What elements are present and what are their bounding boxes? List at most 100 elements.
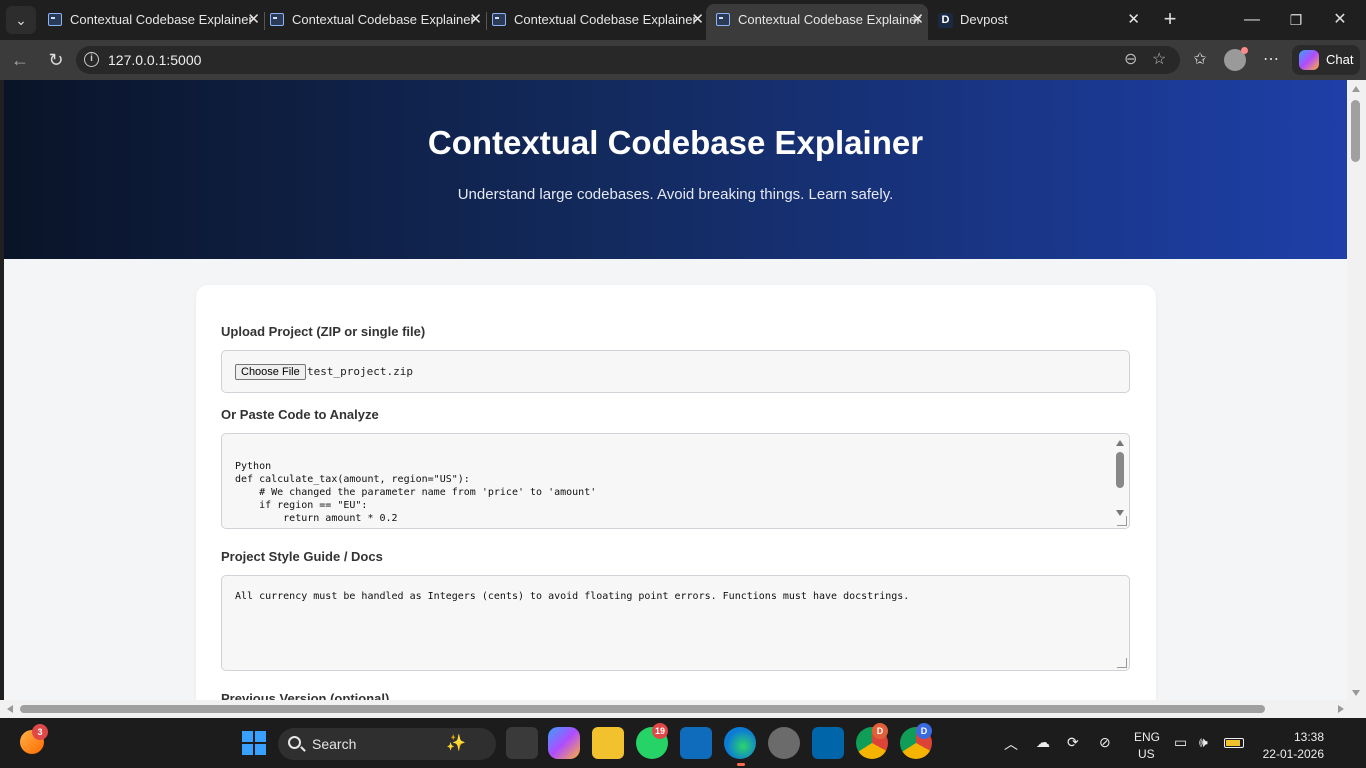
file-upload-field[interactable]: Choose File test_project.zip <box>221 350 1130 393</box>
file-explorer-icon[interactable] <box>592 727 624 759</box>
browser-tab-4-active[interactable]: Contextual Codebase Explainer ✕ <box>706 4 928 40</box>
hero-header: Contextual Codebase Explainer Understand… <box>4 80 1347 259</box>
chrome-profile-badge: D <box>872 723 888 739</box>
tab-separator <box>264 12 265 30</box>
code-textarea[interactable]: Python def calculate_tax(amount, region=… <box>221 433 1130 529</box>
code-line: return amount * 0.2 <box>235 513 398 524</box>
network-off-icon[interactable]: ⊘ <box>1099 734 1111 751</box>
page-title: Contextual Codebase Explainer <box>427 124 924 161</box>
tab-separator <box>486 12 487 30</box>
code-textarea-scrollbar[interactable] <box>1114 436 1127 526</box>
sync-icon[interactable]: ⟳ <box>1067 734 1079 751</box>
copilot-chat-button[interactable]: Chat <box>1292 45 1360 75</box>
search-placeholder: Search <box>312 736 357 752</box>
selected-file-name: test_project.zip <box>307 365 413 378</box>
minimize-window-button[interactable]: — <box>1232 6 1272 34</box>
clock[interactable]: 13:38 22-01-2026 <box>1262 730 1324 761</box>
tab-title: Devpost <box>960 12 1008 27</box>
tab-title: Contextual Codebase Explainer <box>738 12 921 27</box>
style-guide-text: All currency must be handled as Integers… <box>235 591 910 602</box>
edge-browser-icon[interactable] <box>724 727 756 759</box>
scroll-thumb[interactable] <box>1351 100 1360 162</box>
reload-icon[interactable]: ↻ <box>42 46 70 74</box>
address-bar[interactable]: i 127.0.0.1:5000 ⊖ ☆ <box>76 46 1180 74</box>
tab-title: Contextual Codebase Explainer <box>70 12 253 27</box>
tab-title: Contextual Codebase Explainer <box>514 12 697 27</box>
onedrive-icon[interactable]: ☁ <box>1036 734 1050 751</box>
task-view-icon[interactable] <box>506 727 538 759</box>
chrome-icon[interactable]: D <box>856 723 888 759</box>
terminal-favicon-icon <box>48 13 62 26</box>
display-icon[interactable]: ▭ <box>1174 734 1187 751</box>
page-vertical-scrollbar[interactable] <box>1347 80 1366 700</box>
close-tab-icon[interactable]: ✕ <box>691 4 704 36</box>
language-indicator[interactable]: ENG US <box>1134 730 1160 761</box>
style-guide-textarea[interactable]: All currency must be handled as Integers… <box>221 575 1130 671</box>
browser-tab-1[interactable]: Contextual Codebase Explainer ✕ <box>44 4 264 38</box>
close-window-button[interactable]: ✕ <box>1320 6 1360 34</box>
start-button[interactable] <box>238 727 270 759</box>
new-tab-button[interactable]: + <box>1158 6 1182 34</box>
vscode-icon[interactable] <box>812 727 844 759</box>
scroll-right-arrow-icon[interactable] <box>1338 705 1344 713</box>
clock-time: 13:38 <box>1293 730 1324 744</box>
show-hidden-icons-chevron-icon[interactable]: ︿ <box>1004 734 1018 754</box>
browser-toolbar: ← ↻ i 127.0.0.1:5000 ⊖ ☆ ✩ ⋯ Chat <box>0 40 1366 80</box>
code-line: Python <box>235 461 272 472</box>
browser-tab-2[interactable]: Contextual Codebase Explainer ✕ <box>266 4 486 38</box>
scroll-left-arrow-icon[interactable] <box>7 705 13 713</box>
whatsapp-icon[interactable]: 19 <box>636 723 668 759</box>
scroll-up-arrow-icon[interactable] <box>1116 440 1124 446</box>
tab-actions-menu-button[interactable]: ⌄ <box>6 6 36 34</box>
terminal-favicon-icon <box>716 13 730 26</box>
scroll-thumb[interactable] <box>20 705 1265 713</box>
favorite-star-icon[interactable]: ☆ <box>1152 46 1166 74</box>
active-app-indicator <box>737 763 745 766</box>
resize-handle-icon[interactable] <box>1117 516 1127 526</box>
windows-logo-icon <box>242 731 266 755</box>
upload-label: Upload Project (ZIP or single file) <box>221 324 426 339</box>
volume-icon[interactable]: 🕪 <box>1199 734 1208 751</box>
taskbar-search-box[interactable]: Search ✨ <box>278 728 496 760</box>
notification-app-icon[interactable]: 3 <box>20 724 48 754</box>
restore-window-button[interactable]: ❐ <box>1276 6 1316 34</box>
favorites-list-icon[interactable]: ✩ <box>1186 46 1214 74</box>
scroll-thumb[interactable] <box>1116 452 1124 488</box>
browser-tab-5[interactable]: D Devpost ✕ <box>934 4 1144 38</box>
keyboard-region: US <box>1138 747 1155 761</box>
close-tab-icon[interactable]: ✕ <box>911 4 924 36</box>
microsoft-store-icon[interactable] <box>680 727 712 759</box>
close-tab-icon[interactable]: ✕ <box>1127 4 1140 36</box>
battery-icon[interactable] <box>1224 738 1244 748</box>
site-info-icon[interactable]: i <box>84 52 99 67</box>
code-line: if region == "EU": <box>235 500 368 511</box>
analyzer-form-card: Upload Project (ZIP or single file) Choo… <box>196 285 1156 700</box>
more-options-icon[interactable]: ⋯ <box>1257 46 1285 74</box>
scroll-down-arrow-icon[interactable] <box>1352 690 1360 696</box>
search-icon <box>288 736 301 749</box>
paste-code-label: Or Paste Code to Analyze <box>221 407 379 422</box>
page-horizontal-scrollbar[interactable] <box>0 700 1366 718</box>
style-guide-label: Project Style Guide / Docs <box>221 549 383 564</box>
browser-tab-3[interactable]: Contextual Codebase Explainer ✕ <box>488 4 708 38</box>
battery-level <box>1226 740 1240 746</box>
close-tab-icon[interactable]: ✕ <box>247 4 260 36</box>
scroll-up-arrow-icon[interactable] <box>1352 86 1360 92</box>
zoom-out-icon[interactable]: ⊖ <box>1124 46 1137 74</box>
resize-handle-icon[interactable] <box>1117 658 1127 668</box>
profile-avatar[interactable] <box>1224 47 1248 71</box>
page-subtitle: Understand large codebases. Avoid breaki… <box>457 186 894 203</box>
page-viewport: Contextual Codebase Explainer Understand… <box>4 80 1347 700</box>
url-text: 127.0.0.1:5000 <box>108 52 202 68</box>
back-arrow-icon[interactable]: ← <box>6 46 34 74</box>
settings-gear-icon[interactable] <box>768 727 800 759</box>
browser-tab-bar: ⌄ Contextual Codebase Explainer ✕ Contex… <box>0 0 1366 40</box>
copilot-app-icon[interactable] <box>548 727 580 759</box>
tab-title: Contextual Codebase Explainer <box>292 12 475 27</box>
whatsapp-badge: 19 <box>652 723 668 739</box>
previous-version-label: Previous Version (optional) <box>221 691 390 700</box>
chrome-second-profile-icon[interactable]: D <box>900 723 932 759</box>
close-tab-icon[interactable]: ✕ <box>469 4 482 36</box>
terminal-favicon-icon <box>492 13 506 26</box>
choose-file-button[interactable]: Choose File <box>235 364 306 380</box>
